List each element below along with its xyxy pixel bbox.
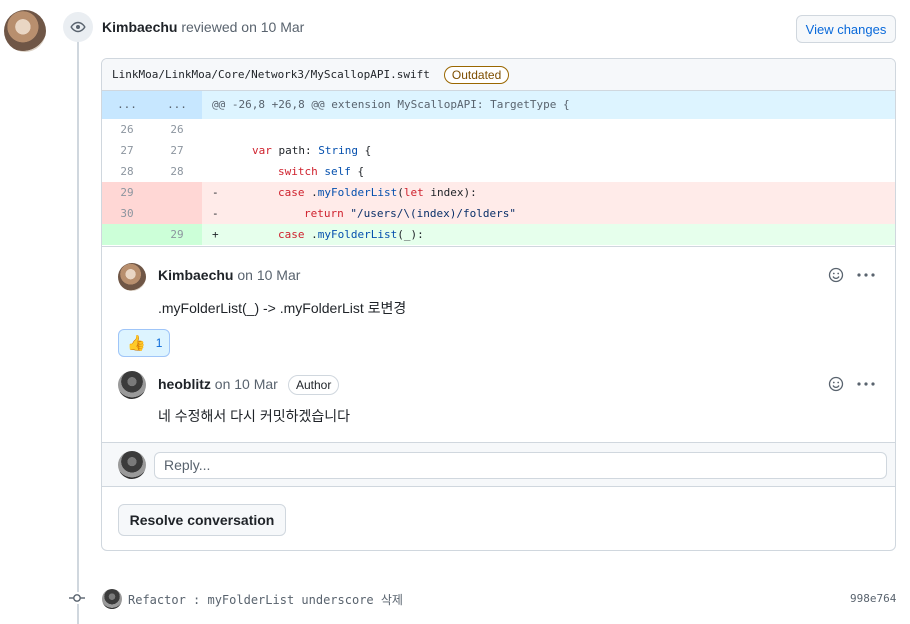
diff-line: 26 26 — [102, 119, 895, 140]
new-line-number[interactable] — [152, 203, 202, 224]
commit-author-avatar[interactable] — [102, 589, 122, 609]
diff-line: 28 28 switch self { — [102, 161, 895, 182]
file-header: LinkMoa/LinkMoa/Core/Network3/MyScallopA… — [102, 59, 895, 91]
commit-message[interactable]: Refactor : myFolderList underscore 삭제 — [128, 591, 403, 608]
old-line-number[interactable]: 28 — [102, 161, 152, 182]
diff-line-added: 29 + case .myFolderList(_): — [102, 224, 895, 245]
comment-author[interactable]: heoblitz — [158, 376, 211, 392]
code-text: switch self { — [278, 165, 365, 178]
new-line-number[interactable]: 28 — [152, 161, 202, 182]
outdated-badge: Outdated — [443, 65, 510, 84]
author-badge: Author — [288, 375, 340, 395]
comment-date[interactable]: on 10 Mar — [215, 376, 278, 392]
reviewer-name[interactable]: Kimbaechu — [102, 19, 177, 35]
comment-body: 네 수정해서 다시 커밋하겠습니다 — [158, 408, 350, 424]
thumbs-up-icon: 👍 — [127, 335, 146, 352]
eye-icon — [63, 12, 93, 42]
resolve-conversation-button[interactable]: Resolve conversation — [118, 504, 286, 536]
old-line-number[interactable]: 27 — [102, 140, 152, 161]
old-line-number[interactable]: 26 — [102, 119, 152, 140]
diff-line-deleted: 29 - case .myFolderList(let index): — [102, 182, 895, 203]
comment-avatar[interactable] — [118, 263, 146, 291]
expand-up-button[interactable]: ... — [102, 91, 152, 119]
view-changes-button[interactable]: View changes — [796, 15, 896, 43]
reaction-count: 1 — [155, 336, 163, 350]
review-thread-panel: LinkMoa/LinkMoa/Core/Network3/MyScallopA… — [101, 58, 896, 551]
code-text: case .myFolderList(_): — [278, 228, 424, 241]
comment-author[interactable]: Kimbaechu — [158, 267, 233, 283]
reaction-button[interactable]: 👍 1 — [118, 329, 170, 357]
new-line-number[interactable] — [152, 182, 202, 203]
comment-avatar[interactable] — [118, 371, 146, 399]
diff-sign: + — [212, 228, 219, 241]
timeline-line — [77, 40, 79, 624]
reply-bar: Reply... — [102, 442, 895, 487]
code-text: return "/users/\(index)/folders" — [304, 207, 516, 220]
diff-sign — [212, 119, 226, 140]
new-line-number[interactable]: 29 — [152, 224, 202, 245]
current-user-avatar — [118, 451, 146, 479]
commit-sha[interactable]: 998e764 — [850, 592, 896, 605]
comment-body: .myFolderList(_) -> .myFolderList 로변경 — [158, 300, 407, 316]
file-path[interactable]: LinkMoa/LinkMoa/Core/Network3/MyScallopA… — [112, 68, 430, 81]
review-date[interactable]: on 10 Mar — [241, 19, 304, 35]
code-text: var path: String { — [252, 144, 372, 157]
old-line-number[interactable]: 29 — [102, 182, 152, 203]
comment-header: Kimbaechu on 10 Mar — [158, 267, 300, 283]
review-header: Kimbaechu reviewed on 10 Mar — [102, 19, 304, 35]
diff-line: 27 27 var path: String { — [102, 140, 895, 161]
hunk-text: @@ -26,8 +26,8 @@ extension MyScallopAPI… — [212, 98, 570, 111]
diff-hunk-header: ... ... @@ -26,8 +26,8 @@ extension MySc… — [102, 91, 895, 119]
diff-sign: - — [212, 207, 219, 220]
old-line-number[interactable] — [102, 224, 152, 245]
diff-sign: - — [212, 186, 219, 199]
code-text: case .myFolderList(let index): — [278, 186, 477, 199]
old-line-number[interactable]: 30 — [102, 203, 152, 224]
expand-down-button[interactable]: ... — [152, 91, 202, 119]
diff-sign — [212, 161, 226, 182]
reply-input[interactable]: Reply... — [154, 452, 887, 479]
reviewer-avatar[interactable] — [4, 10, 46, 52]
new-line-number[interactable]: 27 — [152, 140, 202, 161]
comment-date[interactable]: on 10 Mar — [237, 267, 300, 283]
comment-header: heoblitz on 10 Mar — [158, 376, 278, 392]
smiley-icon[interactable] — [826, 265, 846, 285]
more-options-icon[interactable] — [856, 265, 876, 285]
review-action: reviewed — [181, 19, 238, 35]
commit-icon — [69, 592, 85, 604]
diff-table: ... ... @@ -26,8 +26,8 @@ extension MySc… — [102, 91, 895, 245]
new-line-number[interactable]: 26 — [152, 119, 202, 140]
smiley-icon[interactable] — [826, 374, 846, 394]
comment-thread: Kimbaechu on 10 Mar .myFolderList(_) -> … — [102, 246, 895, 536]
more-options-icon[interactable] — [856, 374, 876, 394]
diff-line-deleted: 30 - return "/users/\(index)/folders" — [102, 203, 895, 224]
diff-sign — [212, 140, 226, 161]
